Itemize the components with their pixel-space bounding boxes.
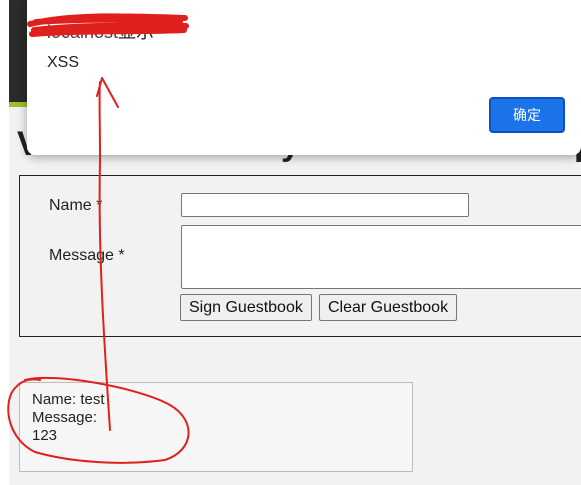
guestbook-form: Name * Message * Sign Guestbook Clear Gu… <box>19 175 581 337</box>
entry-message-value: 123 <box>32 427 58 444</box>
sign-guestbook-button[interactable]: Sign Guestbook <box>180 294 312 321</box>
clear-guestbook-button[interactable]: Clear Guestbook <box>319 294 458 321</box>
name-label: Name * <box>49 197 103 214</box>
dialog-message: XSS <box>47 54 80 71</box>
header-band <box>9 0 29 102</box>
dialog-title: localhost显示 <box>47 18 154 44</box>
guestbook-entry: Name: test Message: 123 <box>19 382 413 472</box>
ok-button[interactable]: 确定 <box>489 97 565 133</box>
alert-dialog: localhost显示 XSS 确定 <box>27 0 581 155</box>
message-input[interactable] <box>181 225 581 289</box>
dialog-origin: localhost <box>47 22 119 42</box>
entry-name: Name: test <box>32 391 105 408</box>
message-label: Message * <box>49 247 125 264</box>
name-input[interactable] <box>181 193 469 217</box>
header-accent-strip <box>9 102 29 107</box>
entry-message-label: Message: <box>32 409 98 426</box>
dialog-title-suffix: 显示 <box>118 22 155 42</box>
